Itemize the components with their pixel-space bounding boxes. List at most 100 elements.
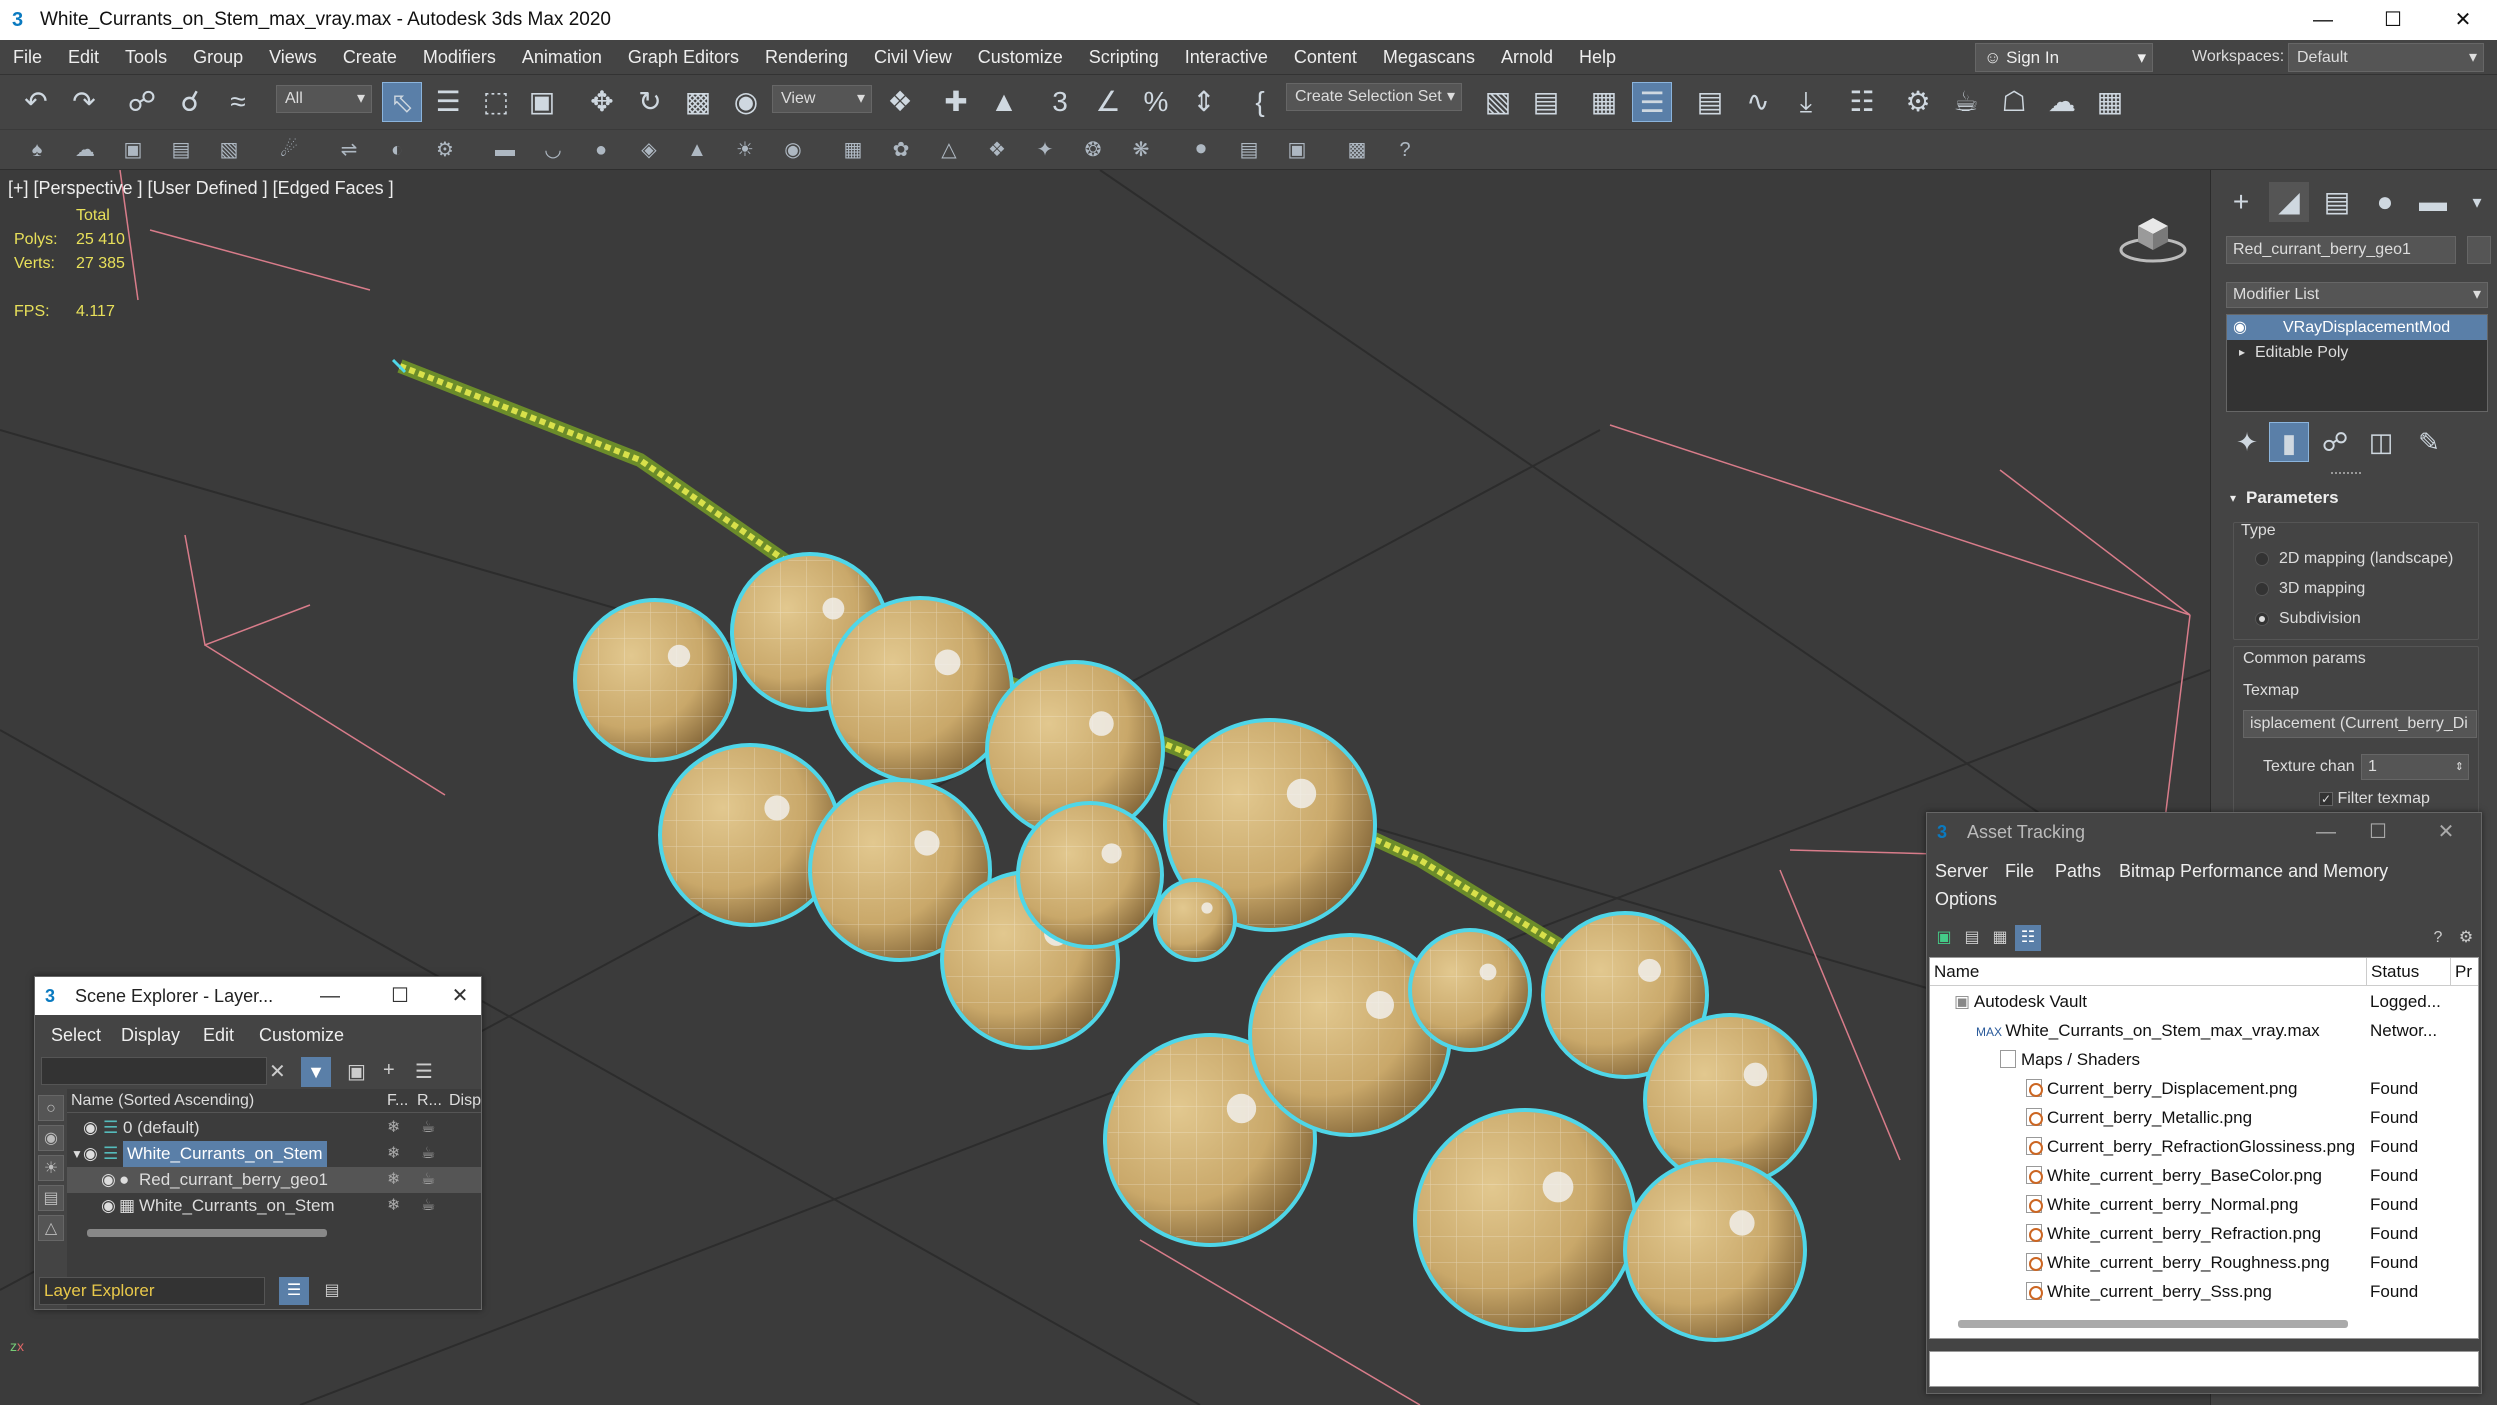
display-helpers-icon[interactable]: △ (38, 1215, 64, 1241)
vray-material-icon[interactable]: ▧ (214, 135, 244, 165)
eye-icon[interactable]: ◉ (101, 1193, 116, 1219)
table-row[interactable]: MAX White_Currants_on_Stem_max_vray.max N… (1930, 1016, 2478, 1045)
viewcube-icon[interactable] (2118, 208, 2188, 264)
table-row[interactable]: White_current_berry_Refraction.png Found (1930, 1219, 2478, 1248)
se-col-name[interactable]: Name (Sorted Ascending) (71, 1089, 254, 1113)
vray-scene-converter-icon[interactable]: ⇌ (334, 135, 364, 165)
menu-file[interactable]: File (0, 40, 55, 75)
at-menu-options[interactable]: Options (1935, 889, 1997, 910)
render-setup-icon[interactable]: ⚙ (1898, 82, 1938, 122)
vray-dome-light-icon[interactable]: ◡ (538, 135, 568, 165)
close-button[interactable]: ✕ (2428, 0, 2497, 40)
spinner-arrows-icon[interactable]: ⇕ (2455, 755, 2464, 779)
at-menu-server[interactable]: Server (1935, 861, 1988, 882)
scale-icon[interactable]: ▩ (678, 82, 718, 122)
vray-sphere-fade-icon[interactable]: ⚫ (1186, 135, 1216, 165)
eye-icon[interactable]: ◉ (83, 1115, 98, 1141)
menu-graph-editors[interactable]: Graph Editors (615, 40, 752, 75)
render-icon[interactable]: ☕ (421, 1141, 435, 1167)
freeze-icon[interactable]: ❄ (387, 1193, 400, 1219)
vray-plane-light-icon[interactable]: ▬ (490, 135, 520, 165)
rotate-icon[interactable]: ↻ (630, 82, 670, 122)
table-row[interactable]: Current_berry_RefractionGlossiness.png Fo… (1930, 1132, 2478, 1161)
make-unique-icon[interactable]: ☍ (2315, 422, 2355, 462)
maximize-button[interactable]: ☐ (2355, 813, 2401, 851)
display-none-icon[interactable]: ○ (38, 1095, 64, 1121)
render-icon[interactable]: ☕ (421, 1167, 435, 1193)
display-lights-icon[interactable]: ☀ (38, 1155, 64, 1181)
select-by-name-icon[interactable]: ☰ (428, 82, 468, 122)
render-icon[interactable]: ☕ (421, 1115, 435, 1141)
asset-tracking-titlebar[interactable]: 3 Asset Tracking — ☐ ✕ (1927, 813, 2481, 851)
sign-in-dropdown[interactable]: ☺ Sign In ▾ (1975, 43, 2153, 72)
table-row[interactable]: White_current_berry_Roughness.png Found (1930, 1248, 2478, 1277)
menu-rendering[interactable]: Rendering (752, 40, 861, 75)
parameters-rollout-header[interactable]: ▾ Parameters (2226, 486, 2488, 510)
se-horizontal-scrollbar[interactable] (87, 1229, 327, 1237)
se-row-object-stem[interactable]: ◉ ▦ White_Currants_on_Stem ❄ ☕ (67, 1193, 481, 1219)
se-menu-customize[interactable]: Customize (259, 1025, 344, 1046)
vray-sphere-light-icon[interactable]: ● (586, 135, 616, 165)
vray-mesh-export-icon[interactable]: ▩ (1342, 135, 1372, 165)
filter-texmap-checkbox[interactable]: ✓ Filter texmap (2319, 790, 2430, 808)
object-color-swatch[interactable] (2467, 236, 2491, 264)
refresh-icon[interactable]: ▣ (1931, 925, 1957, 951)
create-tab-icon[interactable]: + (2221, 182, 2261, 222)
menu-civil-view[interactable]: Civil View (861, 40, 965, 75)
modifier-list-dropdown[interactable]: Modifier List ▾ (2226, 282, 2488, 308)
move-icon[interactable]: ✥ (582, 82, 622, 122)
eye-icon[interactable]: ◉ (101, 1167, 116, 1193)
vray-mesh-light-icon[interactable]: ◈ (634, 135, 664, 165)
display-tab-icon[interactable]: ▬ (2413, 182, 2453, 222)
edit-named-selection-icon[interactable]: { (1240, 82, 1280, 122)
snaps-toggle-icon[interactable]: 3 (1040, 82, 1080, 122)
new-layer-icon[interactable]: + (383, 1059, 395, 1082)
bind-space-warp-icon[interactable]: ≈ (218, 82, 258, 122)
menu-arnold[interactable]: Arnold (1488, 40, 1566, 75)
hierarchy-tab-icon[interactable]: ▤ (2317, 182, 2357, 222)
close-button[interactable]: ✕ (437, 977, 483, 1015)
se-col-display[interactable]: Disp (449, 1089, 481, 1113)
vray-decal-icon[interactable]: ❋ (1126, 135, 1156, 165)
render-icon[interactable]: ☕ (421, 1193, 435, 1219)
selection-filter-dropdown[interactable]: All ▾ (276, 85, 372, 113)
se-col-frozen[interactable]: F... (387, 1089, 408, 1113)
maximize-button[interactable]: ☐ (377, 977, 423, 1015)
vray-light-lister-icon[interactable]: ☄ (274, 135, 304, 165)
viewport-label[interactable]: [+] [Perspective ] [User Defined ] [Edge… (8, 178, 394, 199)
menu-animation[interactable]: Animation (509, 40, 615, 75)
vray-settings-icon[interactable]: ⚙ (430, 135, 460, 165)
vray-cloud-icon[interactable]: ☁ (70, 135, 100, 165)
curve-editor-icon[interactable]: ∿ (1738, 82, 1778, 122)
panel-resize-handle[interactable] (2331, 472, 2361, 476)
vray-ies-light-icon[interactable]: ▲ (682, 135, 712, 165)
vray-ies-icon[interactable]: ◐ (382, 135, 412, 165)
select-object-icon[interactable]: ⬁ (382, 82, 422, 122)
table-row[interactable]: Maps / Shaders (1930, 1045, 2478, 1074)
menu-group[interactable]: Group (180, 40, 256, 75)
display-geometry-icon[interactable]: ◉ (38, 1125, 64, 1151)
hierarchy-icon[interactable]: ▤ (317, 1277, 347, 1305)
menu-scripting[interactable]: Scripting (1076, 40, 1172, 75)
table-row[interactable]: Current_berry_Displacement.png Found (1930, 1074, 2478, 1103)
menu-views[interactable]: Views (256, 40, 330, 75)
menu-tools[interactable]: Tools (112, 40, 180, 75)
window-crossing-icon[interactable]: ▣ (522, 82, 562, 122)
redo-icon[interactable]: ↷ (64, 82, 104, 122)
layers-icon[interactable]: ☰ (415, 1059, 433, 1084)
named-selection-set-dropdown[interactable]: Create Selection Set ▾ (1286, 83, 1462, 111)
align-icon[interactable]: ▤ (1526, 82, 1566, 122)
vray-sun-icon[interactable]: ☀ (730, 135, 760, 165)
radio-2d-mapping[interactable]: 2D mapping (landscape) (2255, 550, 2453, 568)
at-menu-file[interactable]: File (2005, 861, 2034, 882)
maximize-button[interactable]: ☐ (2358, 0, 2428, 40)
vray-lister-icon[interactable]: ▤ (166, 135, 196, 165)
eye-icon[interactable]: ◉ (2233, 315, 2247, 340)
tree-view-icon[interactable]: ▦ (1987, 925, 2013, 951)
scene-explorer-titlebar[interactable]: 3 Scene Explorer - Layer... — ☐ ✕ (35, 977, 481, 1015)
layer-explorer-toggle-icon[interactable]: ☰ (1632, 82, 1672, 122)
lock-icon[interactable]: ▣ (347, 1059, 366, 1084)
rendered-frame-window-icon[interactable]: ☕ (1946, 82, 1986, 122)
workspaces-dropdown[interactable]: Default ▾ (2288, 43, 2484, 72)
menu-megascans[interactable]: Megascans (1370, 40, 1488, 75)
